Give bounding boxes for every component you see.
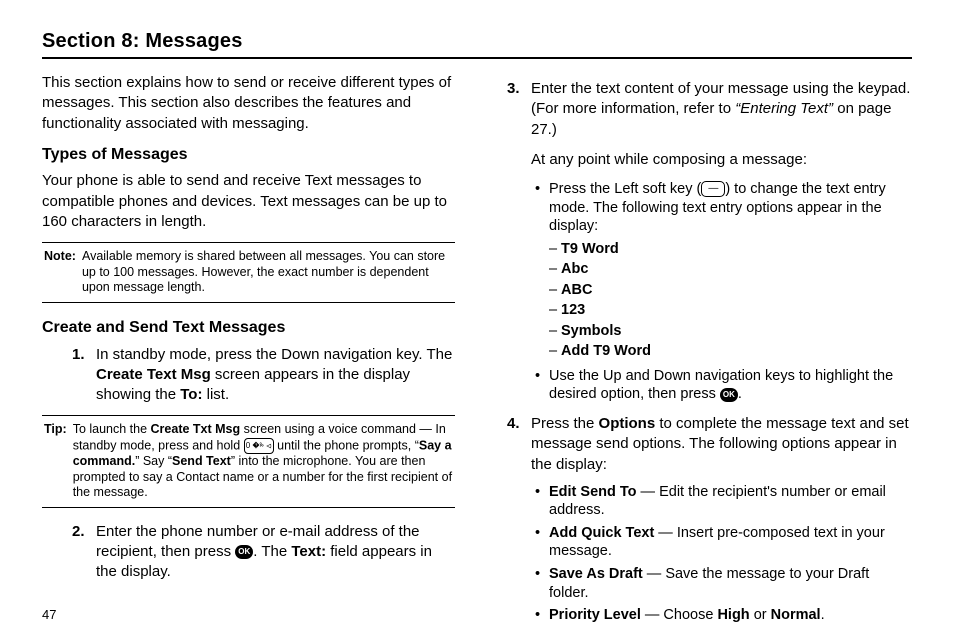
mode-abc-upper: ABC — [561, 281, 912, 300]
opt-add-quick-text: Add Quick Text — Insert pre-composed tex… — [549, 524, 912, 561]
step-3-text: Enter the text content of your message u… — [531, 80, 910, 138]
step-2-text: Enter the phone number or e-mail address… — [96, 523, 432, 581]
mode-123: 123 — [561, 301, 912, 320]
opt-save-as-draft: Save As Draft — Save the message to your… — [549, 565, 912, 602]
tip-label: Tip: — [44, 422, 73, 501]
note-box: Note: Available memory is shared between… — [42, 242, 455, 303]
ok-key-icon: OK — [720, 388, 738, 402]
types-paragraph: Your phone is able to send and receive T… — [42, 171, 455, 232]
steps-list-right: 3. Enter the text content of your messag… — [499, 79, 912, 625]
step-number: 2. — [72, 522, 85, 542]
mode-t9word: T9 Word — [561, 240, 912, 259]
mode-symbols: Symbols — [561, 322, 912, 341]
compose-intro: At any point while composing a message: — [531, 150, 912, 170]
note-text: Available memory is shared between all m… — [82, 249, 453, 296]
left-softkey-icon: — — [701, 181, 725, 197]
tip-box: Tip: To launch the Create Txt Msg screen… — [42, 415, 455, 508]
mode-add-t9: Add T9 Word — [561, 342, 912, 361]
steps-list-left: 1. In standby mode, press the Down navig… — [42, 345, 455, 406]
step-1: 1. In standby mode, press the Down navig… — [96, 345, 455, 406]
section-title: Section 8: Messages — [42, 30, 912, 53]
voice-key-icon: 0 �ⰳ ⏿ — [244, 438, 274, 454]
opt-priority-level: Priority Level — Choose High or Normal. — [549, 606, 912, 625]
heading-types-of-messages: Types of Messages — [42, 144, 455, 166]
title-rule — [42, 57, 912, 59]
step-4: 4. Press the Options to complete the mes… — [531, 414, 912, 625]
ok-key-icon: OK — [235, 545, 253, 559]
steps-list-left-2: 2. Enter the phone number or e-mail addr… — [42, 522, 455, 583]
heading-create-send: Create and Send Text Messages — [42, 317, 455, 339]
right-column: 3. Enter the text content of your messag… — [499, 73, 912, 635]
options-list: Edit Send To — Edit the recipient's numb… — [531, 483, 912, 625]
step-1-text: In standby mode, press the Down navigati… — [96, 346, 452, 404]
bullet-entry-mode: Press the Left soft key (—) to change th… — [549, 180, 912, 361]
step-4-text: Press the Options to complete the messag… — [531, 415, 909, 473]
step-number: 4. — [507, 414, 520, 434]
bullet-navigate: Use the Up and Down navigation keys to h… — [549, 367, 912, 404]
left-column: This section explains how to send or rec… — [42, 73, 455, 635]
note-label: Note: — [44, 249, 82, 296]
page-number: 47 — [42, 607, 56, 622]
compose-bullets: Press the Left soft key (—) to change th… — [531, 180, 912, 404]
opt-edit-send-to: Edit Send To — Edit the recipient's numb… — [549, 483, 912, 520]
mode-abc-mixed: Abc — [561, 260, 912, 279]
step-3: 3. Enter the text content of your messag… — [531, 79, 912, 404]
page: Section 8: Messages This section explain… — [0, 0, 954, 636]
tip-text: To launch the Create Txt Msg screen usin… — [73, 422, 453, 501]
step-number: 1. — [72, 345, 85, 365]
intro-paragraph: This section explains how to send or rec… — [42, 73, 455, 134]
entry-mode-list: T9 Word Abc ABC 123 Symbols Add T9 Word — [549, 240, 912, 361]
step-number: 3. — [507, 79, 520, 99]
step-2: 2. Enter the phone number or e-mail addr… — [96, 522, 455, 583]
two-column-layout: This section explains how to send or rec… — [42, 73, 912, 635]
